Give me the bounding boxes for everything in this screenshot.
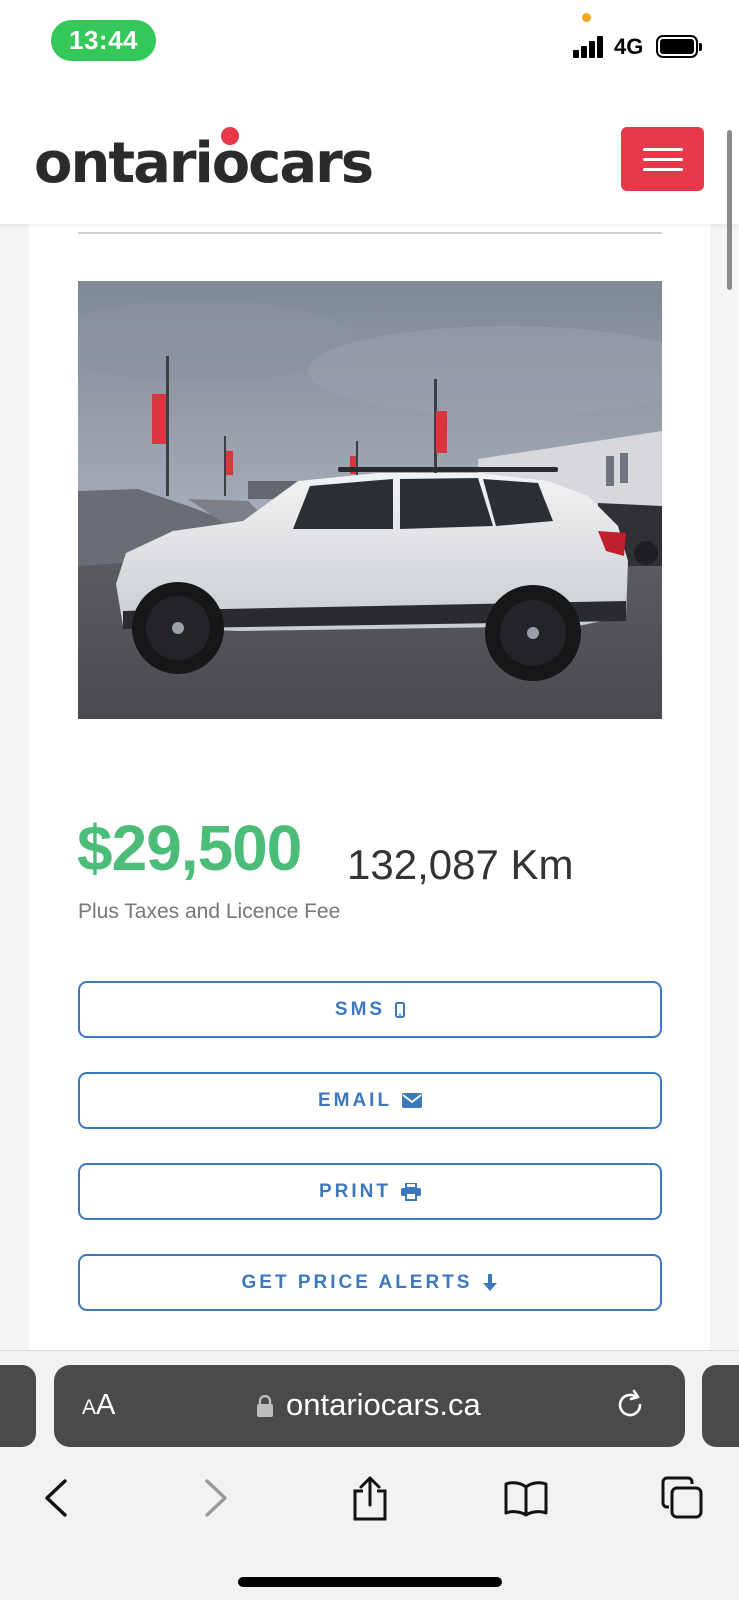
previous-tab-preview[interactable] — [0, 1365, 36, 1447]
listing-mileage: 132,087 Km — [347, 841, 574, 888]
mobile-icon — [395, 1001, 406, 1018]
lock-icon — [256, 1394, 274, 1422]
camera-indicator-icon — [582, 13, 591, 22]
car-photo[interactable] — [78, 281, 662, 719]
site-logo[interactable]: ontariocars — [34, 136, 374, 192]
cellular-signal-icon — [573, 36, 605, 58]
printer-icon — [401, 1182, 421, 1201]
logo-dot — [221, 127, 239, 145]
back-icon[interactable] — [26, 1463, 86, 1533]
battery-icon — [656, 35, 702, 58]
print-button-label: PRINT — [319, 1180, 391, 1202]
status-bar: 13:44 4G — [0, 0, 739, 88]
price-alerts-button[interactable]: GET PRICE ALERTS — [78, 1254, 662, 1311]
sms-button[interactable]: SMS — [78, 981, 662, 1038]
price-note: Plus Taxes and Licence Fee — [78, 900, 341, 923]
bookmarks-icon[interactable] — [496, 1463, 556, 1533]
email-button-label: EMAIL — [317, 1089, 393, 1111]
menu-button[interactable] — [621, 127, 704, 191]
listing-price: $29,500 — [77, 812, 302, 884]
scroll-indicator — [727, 130, 732, 290]
home-indicator[interactable] — [238, 1577, 502, 1587]
text-size-button[interactable]: AA — [82, 1389, 115, 1422]
reload-icon[interactable] — [612, 1387, 648, 1428]
sms-button-label: SMS — [334, 998, 386, 1020]
price-alerts-button-label: GET PRICE ALERTS — [241, 1271, 473, 1293]
tabs-icon[interactable] — [652, 1463, 712, 1533]
print-button[interactable]: PRINT — [78, 1163, 662, 1220]
listing-card: $29,500 132,087 Km Plus Taxes and Licenc… — [29, 224, 710, 1350]
next-tab-preview[interactable] — [702, 1365, 739, 1447]
envelope-icon — [402, 1093, 423, 1108]
browser-nav-row — [0, 1463, 739, 1533]
address-bar[interactable]: AA ontariocars.ca — [54, 1365, 685, 1447]
forward-icon[interactable] — [186, 1463, 246, 1533]
email-button[interactable]: EMAIL — [78, 1072, 662, 1129]
share-icon[interactable] — [340, 1463, 400, 1533]
network-type: 4G — [614, 34, 644, 59]
arrow-down-icon — [482, 1273, 498, 1292]
browser-toolbar: AA ontariocars.ca — [0, 1350, 739, 1600]
hamburger-icon — [642, 147, 683, 151]
url-text: ontariocars.ca — [286, 1387, 481, 1422]
divider — [78, 232, 662, 234]
status-time: 13:44 — [51, 20, 156, 61]
site-header: ontariocars — [0, 88, 739, 224]
